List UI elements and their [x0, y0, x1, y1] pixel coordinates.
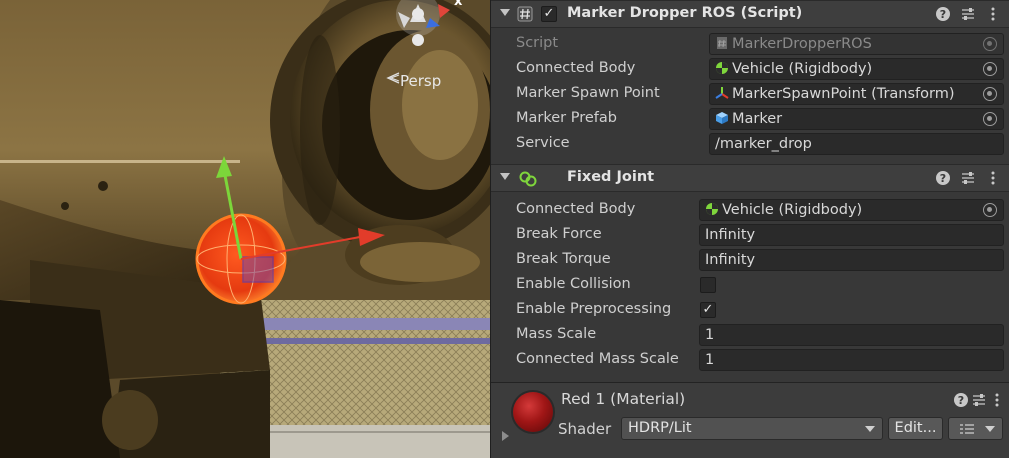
object-picker-icon[interactable]	[983, 203, 997, 217]
script-value: MarkerDropperROS	[732, 36, 872, 52]
mass-scale-input[interactable]: 1	[699, 324, 1004, 346]
row-connected-body: Connected Body Vehicle (Rigidbody)	[491, 57, 1009, 82]
connected-body-label: Connected Body	[516, 60, 636, 76]
row-break-force: Break Force Infinity	[491, 223, 1009, 248]
foldout-arrow-icon[interactable]	[500, 173, 510, 180]
script-label: Script	[516, 35, 559, 51]
break-torque-input[interactable]: Infinity	[699, 249, 1004, 271]
material-preview-sphere[interactable]	[513, 392, 553, 432]
row-mass-scale: Mass Scale 1	[491, 323, 1009, 348]
mass-scale-label: Mass Scale	[516, 326, 597, 342]
help-icon[interactable]: ?	[953, 392, 969, 408]
shader-dropdown[interactable]: HDRP/Lit	[621, 417, 883, 440]
row-marker-prefab: Marker Prefab Marker	[491, 107, 1009, 132]
shader-options-dropdown[interactable]	[948, 417, 1003, 440]
marker-dropper-header[interactable]: ✓ Marker Dropper ROS (Script) ?	[491, 0, 1009, 28]
context-menu-icon[interactable]	[985, 170, 1001, 186]
enable-collision-checkbox[interactable]	[700, 277, 716, 293]
joint-link-icon	[519, 170, 537, 187]
material-foldout-icon[interactable]	[502, 431, 509, 441]
component-title: Fixed Joint	[567, 169, 655, 185]
script-field: MarkerDropperROS	[709, 33, 1004, 55]
presets-icon[interactable]	[960, 6, 976, 22]
object-picker-icon[interactable]	[983, 62, 997, 76]
object-picker-icon[interactable]	[983, 87, 997, 101]
presets-icon[interactable]	[971, 392, 987, 408]
svg-text:?: ?	[958, 394, 964, 407]
connected-mass-scale-label: Connected Mass Scale	[516, 351, 679, 367]
marker-prefab-label: Marker Prefab	[516, 110, 617, 126]
perspective-toggle[interactable]: Persp	[386, 72, 441, 90]
joint-connected-body-field[interactable]: Vehicle (Rigidbody)	[699, 199, 1004, 221]
material-section: Red 1 (Material) ? Shader HDRP/Lit Edit.…	[491, 382, 1009, 458]
chevron-down-icon	[985, 426, 995, 432]
marker-spawn-point-field[interactable]: MarkerSpawnPoint (Transform)	[709, 83, 1004, 105]
transform-icon	[715, 86, 729, 100]
enable-preprocessing-label: Enable Preprocessing	[516, 301, 672, 317]
joint-connected-body-value: Vehicle (Rigidbody)	[722, 202, 863, 218]
list-icon	[959, 422, 975, 443]
material-title: Red 1 (Material)	[561, 390, 686, 408]
component-enabled-checkbox[interactable]: ✓	[541, 6, 557, 22]
marker-prefab-value: Marker	[732, 111, 783, 127]
object-picker-icon[interactable]	[983, 112, 997, 126]
marker-spawn-point-label: Marker Spawn Point	[516, 85, 660, 101]
connected-body-value: Vehicle (Rigidbody)	[732, 61, 873, 77]
gizmo-x-label: x	[454, 0, 463, 9]
help-icon[interactable]: ?	[935, 170, 951, 186]
service-input[interactable]: /marker_drop	[709, 133, 1004, 155]
row-joint-connected-body: Connected Body Vehicle (Rigidbody)	[491, 198, 1009, 223]
context-menu-icon[interactable]	[985, 6, 1001, 22]
connected-mass-scale-input[interactable]: 1	[699, 349, 1004, 371]
inspector-panel: ✓ Marker Dropper ROS (Script) ? Script M…	[490, 0, 1009, 458]
fixed-joint-header[interactable]: Fixed Joint ?	[491, 164, 1009, 192]
enable-collision-label: Enable Collision	[516, 276, 631, 292]
enable-preprocessing-checkbox[interactable]: ✓	[700, 302, 716, 318]
row-connected-mass-scale: Connected Mass Scale 1	[491, 348, 1009, 373]
svg-text:?: ?	[940, 172, 946, 185]
script-hash-icon	[517, 6, 533, 22]
scene-view[interactable]: x Persp	[0, 0, 490, 458]
rigidbody-icon	[715, 61, 729, 75]
row-marker-spawn-point: Marker Spawn Point MarkerSpawnPoint (Tra…	[491, 82, 1009, 107]
joint-connected-body-label: Connected Body	[516, 201, 636, 217]
presets-icon[interactable]	[960, 170, 976, 186]
object-picker-icon	[983, 37, 997, 51]
script-file-icon	[715, 36, 729, 50]
break-torque-label: Break Torque	[516, 251, 611, 267]
foldout-arrow-icon[interactable]	[500, 9, 510, 16]
marker-prefab-field[interactable]: Marker	[709, 108, 1004, 130]
break-force-input[interactable]: Infinity	[699, 224, 1004, 246]
scene-render	[0, 0, 490, 458]
perspective-label: Persp	[400, 72, 442, 90]
prefab-cube-icon	[715, 111, 729, 125]
marker-spawn-point-value: MarkerSpawnPoint (Transform)	[732, 86, 955, 102]
break-force-label: Break Force	[516, 226, 602, 242]
row-enable-preprocessing: Enable Preprocessing ✓	[491, 298, 1009, 323]
component-title: Marker Dropper ROS (Script)	[567, 5, 803, 21]
shader-label: Shader	[558, 420, 612, 438]
shader-value: HDRP/Lit	[628, 420, 692, 436]
rigidbody-icon	[705, 202, 719, 216]
row-enable-collision: Enable Collision	[491, 273, 1009, 298]
row-script: Script MarkerDropperROS	[491, 32, 1009, 57]
chevron-down-icon	[865, 426, 875, 432]
service-label: Service	[516, 135, 570, 151]
context-menu-icon[interactable]	[989, 392, 1005, 408]
row-service: Service /marker_drop	[491, 132, 1009, 157]
svg-text:?: ?	[940, 8, 946, 21]
row-break-torque: Break Torque Infinity	[491, 248, 1009, 273]
connected-body-field[interactable]: Vehicle (Rigidbody)	[709, 58, 1004, 80]
help-icon[interactable]: ?	[935, 6, 951, 22]
edit-shader-button[interactable]: Edit...	[888, 417, 943, 440]
